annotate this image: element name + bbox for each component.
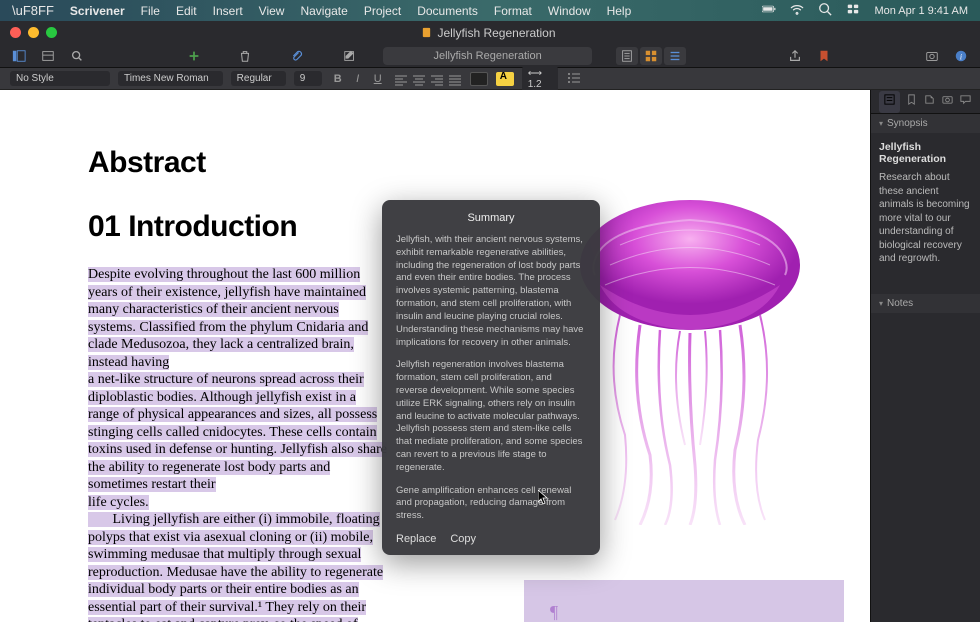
size-select[interactable]: 9 <box>294 71 322 86</box>
align-center-button[interactable] <box>412 73 426 85</box>
summary-popup: Summary Jellyfish, with their ancient ne… <box>382 200 600 555</box>
menu-window[interactable]: Window <box>548 4 591 18</box>
align-left-button[interactable] <box>394 73 408 85</box>
italic-button[interactable]: I <box>350 73 366 85</box>
copy-button[interactable]: Copy <box>450 533 476 545</box>
close-window-button[interactable] <box>10 27 21 38</box>
window-title: Jellyfish Regeneration <box>57 26 920 40</box>
style-select[interactable]: No Style <box>10 71 110 86</box>
snapshot-button[interactable] <box>924 47 941 65</box>
app-name[interactable]: Scrivener <box>70 4 125 18</box>
bookmark-button[interactable] <box>816 47 833 65</box>
align-justify-button[interactable] <box>448 73 462 85</box>
menu-project[interactable]: Project <box>364 4 401 18</box>
attach-button[interactable] <box>287 47 304 65</box>
menu-help[interactable]: Help <box>607 4 632 18</box>
heading-abstract: Abstract <box>88 146 782 180</box>
add-button[interactable] <box>186 47 203 65</box>
summary-title: Summary <box>396 212 586 224</box>
cursor-icon <box>538 490 550 506</box>
search-button[interactable] <box>68 47 85 65</box>
menu-file[interactable]: File <box>141 4 160 18</box>
document-icon <box>421 27 432 38</box>
summary-body: Jellyfish, with their ancient nervous sy… <box>396 234 586 523</box>
apple-menu[interactable]: \uF8FF <box>12 3 54 18</box>
tab-bookmarks[interactable] <box>905 93 918 111</box>
control-center-icon[interactable] <box>846 2 860 19</box>
editor-pane[interactable]: Abstract 01 Introduction Despite evolvin… <box>0 90 870 622</box>
menu-documents[interactable]: Documents <box>417 4 478 18</box>
inspector-tabs <box>871 90 980 114</box>
align-right-button[interactable] <box>430 73 444 85</box>
font-select[interactable]: Times New Roman <box>118 71 223 86</box>
titlebar: Jellyfish Regeneration <box>0 21 980 44</box>
tab-comments[interactable] <box>959 93 972 111</box>
underline-button[interactable]: U <box>370 73 386 85</box>
format-bar: No Style Times New Roman Regular 9 B I U… <box>0 68 980 90</box>
bold-button[interactable]: B <box>330 73 346 85</box>
view-corkboard-button[interactable] <box>640 47 662 65</box>
tab-snapshots[interactable] <box>941 93 954 111</box>
body-text[interactable]: Despite evolving throughout the last 600… <box>88 266 388 622</box>
wifi-icon[interactable] <box>790 2 804 19</box>
binder-toggle-button[interactable] <box>10 47 27 65</box>
linespacing-select[interactable]: ⟷ 1.2 <box>522 66 558 92</box>
app-window: Jellyfish Regeneration Jellyfish Regener… <box>0 21 980 622</box>
clock[interactable]: Mon Apr 1 9:41 AM <box>874 5 968 17</box>
tab-notes[interactable] <box>879 91 900 113</box>
macos-menubar: \uF8FF Scrivener File Edit Insert View N… <box>0 0 980 21</box>
notes-section-header[interactable]: Notes <box>871 294 980 313</box>
minimize-window-button[interactable] <box>28 27 39 38</box>
trash-button[interactable] <box>236 47 253 65</box>
zoom-window-button[interactable] <box>46 27 57 38</box>
tab-metadata[interactable] <box>923 93 936 111</box>
battery-icon[interactable] <box>762 2 776 19</box>
pilcrow-marker: ¶ <box>550 602 818 622</box>
synopsis-section-header[interactable]: Synopsis <box>871 114 980 133</box>
text-color-button[interactable] <box>470 72 488 86</box>
menu-edit[interactable]: Edit <box>176 4 197 18</box>
pullquote-box: ¶ ¶ “Understanding the cellular mechanis… <box>524 580 844 622</box>
search-icon[interactable] <box>818 2 832 19</box>
view-outline-button[interactable] <box>664 47 686 65</box>
highlight-color-button[interactable]: A <box>496 72 514 86</box>
view-document-button[interactable] <box>616 47 638 65</box>
menu-insert[interactable]: Insert <box>213 4 243 18</box>
weight-select[interactable]: Regular <box>231 71 286 86</box>
svg-text:i: i <box>960 52 962 61</box>
menu-navigate[interactable]: Navigate <box>300 4 347 18</box>
list-button[interactable] <box>566 71 582 86</box>
inspector-panel: Synopsis Jellyfish Regeneration Research… <box>870 90 980 622</box>
collections-button[interactable] <box>39 47 56 65</box>
header-bar[interactable]: Jellyfish Regeneration <box>383 47 593 65</box>
compose-button[interactable] <box>342 47 359 65</box>
replace-button[interactable]: Replace <box>396 533 436 545</box>
menu-view[interactable]: View <box>259 4 285 18</box>
synopsis-text[interactable]: Research about these ancient animals is … <box>871 171 980 276</box>
share-button[interactable] <box>787 47 804 65</box>
menu-format[interactable]: Format <box>494 4 532 18</box>
inspector-doc-title: Jellyfish Regeneration <box>871 133 980 171</box>
inspector-toggle-button[interactable]: i <box>953 47 970 65</box>
main-toolbar: Jellyfish Regeneration i <box>0 44 980 68</box>
